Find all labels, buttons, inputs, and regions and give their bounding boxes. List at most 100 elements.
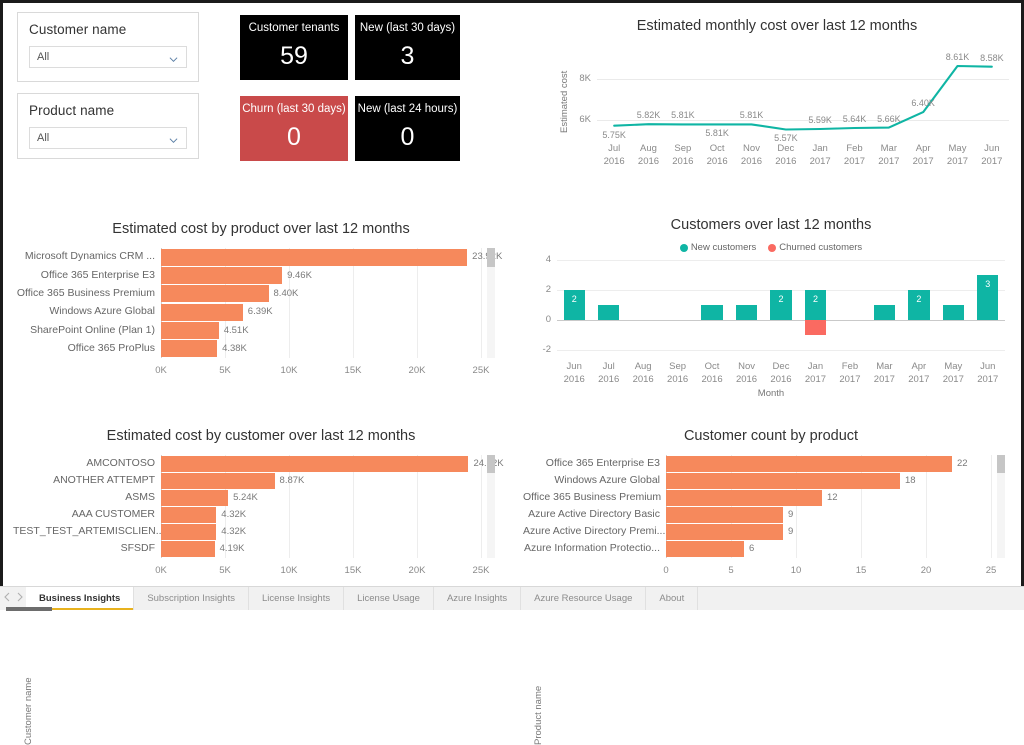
page-tab-license-usage[interactable]: License Usage — [344, 587, 434, 610]
gridline — [481, 248, 482, 358]
x-axis-tick: 20K — [408, 365, 426, 376]
category-label: Office 365 Business Premium — [523, 490, 662, 503]
x-axis-tick: 25 — [985, 565, 997, 576]
bar[interactable] — [666, 472, 900, 489]
chart-legend[interactable]: New customers Churned customers — [521, 242, 1021, 253]
bar[interactable] — [161, 455, 469, 472]
bar[interactable] — [666, 507, 783, 524]
x-axis-tick: Dec — [772, 361, 790, 372]
data-label: 5.81K — [739, 110, 764, 121]
chevron-left-icon[interactable] — [4, 592, 10, 602]
x-axis-tick: Aug — [634, 361, 652, 372]
bar[interactable] — [161, 322, 219, 339]
data-label: 2 — [916, 294, 922, 304]
bar[interactable] — [161, 340, 218, 358]
kpi-label: New (last 24 hours) — [357, 103, 458, 115]
chart-estimated-monthly-cost[interactable]: Estimated monthly cost over last 12 mont… — [533, 8, 1021, 193]
y-axis-tick: -2 — [542, 344, 551, 355]
bar[interactable] — [161, 524, 217, 541]
slicer-product-name-dropdown[interactable]: All — [29, 127, 187, 149]
category-label: SFSDF — [120, 542, 155, 555]
page-tab-label: Azure Insights — [446, 593, 508, 604]
chart-title: Customer count by product — [683, 428, 859, 444]
chevron-right-icon[interactable] — [17, 592, 23, 602]
category-label: Microsoft Dynamics CRM ... — [24, 250, 155, 263]
x-axis-tick: 10 — [790, 565, 802, 576]
bar[interactable] — [666, 489, 822, 506]
page-tab-azure-resource-usage[interactable]: Azure Resource Usage — [521, 587, 647, 610]
page-tab-about[interactable]: About — [646, 587, 699, 610]
slicer-product-name[interactable]: Product name All — [17, 93, 199, 159]
slicer-customer-name[interactable]: Customer name All — [17, 12, 199, 82]
chart-estimated-cost-by-customer[interactable]: Estimated cost by customer over last 12 … — [11, 415, 511, 745]
x-axis-tick: 5K — [219, 565, 231, 576]
vertical-scrollbar[interactable] — [997, 455, 1005, 558]
kpi-value: 0 — [287, 123, 301, 151]
category-label: AMCONTOSO — [86, 456, 155, 469]
chart-customers-over-last-12-months[interactable]: Customers over last 12 months New custom… — [521, 208, 1021, 403]
bar[interactable] — [666, 524, 783, 541]
category-label: SharePoint Online (Plan 1) — [30, 323, 155, 336]
bar[interactable] — [161, 248, 468, 266]
vertical-scrollbar[interactable] — [487, 248, 495, 358]
legend-label: Churned customers — [779, 242, 863, 253]
page-tab-subscription-insights[interactable]: Subscription Insights — [134, 587, 249, 610]
kpi-card-new-last-30-days[interactable]: New (last 30 days) 3 — [355, 15, 460, 80]
kpi-label: New (last 30 days) — [359, 22, 456, 34]
data-label: 8.58K — [980, 52, 1004, 63]
slicer-customer-name-dropdown[interactable]: All — [29, 46, 187, 68]
category-label: Windows Azure Global — [554, 473, 660, 486]
category-label: AAA CUSTOMER — [71, 508, 155, 521]
page-tab-license-insights[interactable]: License Insights — [248, 587, 345, 610]
chevron-down-icon — [169, 55, 178, 64]
scrollbar-thumb[interactable] — [487, 455, 495, 473]
bar-new-customers[interactable] — [701, 305, 723, 320]
scrollbar-thumb[interactable] — [997, 455, 1005, 473]
page-tabs[interactable]: Business Insights Subscription Insights … — [26, 587, 699, 610]
page-tab-label: Azure Resource Usage — [534, 593, 633, 604]
chart-estimated-cost-by-product[interactable]: Estimated cost by product over last 12 m… — [11, 208, 511, 538]
bar-new-customers[interactable] — [598, 305, 620, 320]
category-label: ASMS — [125, 490, 155, 503]
data-label: 4.38K — [222, 342, 247, 354]
x-axis-tick: 15K — [344, 365, 362, 376]
chart-title: Estimated cost by customer over last 12 … — [106, 428, 416, 444]
bar[interactable] — [161, 507, 217, 524]
bar[interactable] — [161, 303, 243, 321]
chart-customer-count-by-product[interactable]: Customer count by product Product name 0… — [521, 415, 1021, 745]
scrollbar-thumb[interactable] — [487, 248, 495, 267]
legend-item-churned-customers[interactable]: Churned customers — [768, 242, 862, 253]
x-axis-tick: Feb — [841, 361, 859, 372]
x-axis-tick: Mar — [876, 361, 893, 372]
x-axis-tick-year: 2016 — [632, 374, 654, 385]
bar[interactable] — [161, 285, 269, 303]
x-axis-tick: Apr — [911, 361, 927, 372]
bar-new-customers[interactable] — [942, 305, 964, 320]
page-tab-azure-insights[interactable]: Azure Insights — [433, 587, 522, 610]
x-axis-tick: 20 — [920, 565, 932, 576]
bar[interactable] — [161, 489, 229, 506]
bar[interactable] — [666, 541, 744, 558]
bar[interactable] — [161, 472, 275, 489]
category-label: Windows Azure Global — [49, 305, 155, 318]
bar-new-customers[interactable] — [735, 305, 758, 320]
bar-churned-customers[interactable] — [804, 320, 827, 335]
kpi-card-churn-last-30-days[interactable]: Churn (last 30 days) 0 — [240, 96, 348, 161]
kpi-value: 3 — [400, 42, 415, 70]
x-axis-tick: 15K — [344, 565, 362, 576]
tab-nav-arrows[interactable] — [4, 592, 23, 602]
bar[interactable] — [161, 267, 283, 284]
kpi-card-new-last-24-hours[interactable]: New (last 24 hours) 0 — [355, 96, 460, 161]
bar[interactable] — [161, 541, 215, 558]
x-axis-tick: 0 — [663, 565, 669, 576]
kpi-value: 59 — [280, 42, 308, 70]
legend-item-new-customers[interactable]: New customers — [679, 242, 757, 253]
legend-label: New customers — [690, 242, 757, 253]
kpi-card-customer-tenants[interactable]: Customer tenants 59 — [240, 15, 348, 80]
bar[interactable] — [666, 455, 952, 472]
vertical-scrollbar[interactable] — [487, 455, 495, 558]
bar-new-customers[interactable] — [873, 305, 896, 320]
x-axis-tick: 5 — [728, 565, 734, 576]
data-label: 5.81K — [705, 128, 729, 139]
data-label: 5.57K — [774, 133, 798, 144]
